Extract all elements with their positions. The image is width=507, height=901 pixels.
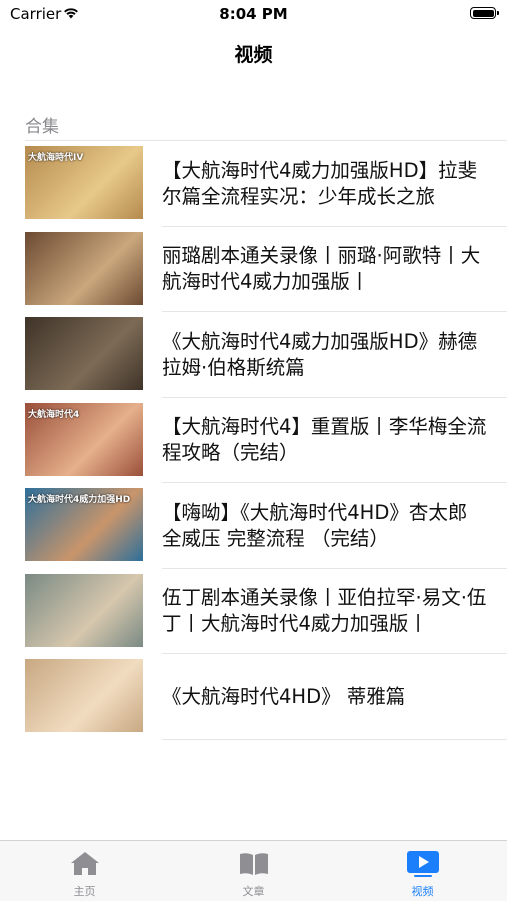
- home-icon: [68, 849, 102, 877]
- list-item[interactable]: 丽璐剧本通关录像丨丽璐·阿歌特丨大航海时代4威力加强版丨: [0, 227, 507, 312]
- video-title: 《大航海时代4HD》 蒂雅篇: [162, 684, 406, 708]
- video-thumbnail: [25, 231, 143, 305]
- play-icon: [406, 849, 440, 877]
- section-header: 合集: [25, 117, 59, 137]
- video-thumbnail: [25, 659, 143, 732]
- thumbnail-caption: 大航海时代4: [28, 409, 80, 420]
- tab-book[interactable]: 文章: [169, 841, 338, 901]
- battery-icon: [470, 7, 499, 19]
- list-item[interactable]: 伍丁剧本通关录像丨亚伯拉罕·易文·伍丁丨大航海时代4威力加强版丨: [0, 569, 507, 654]
- book-icon: [237, 849, 271, 877]
- list-item[interactable]: 大航海时代4威力加强HD 【嗨呦】《大航海时代4HD》杏太郎 全威压 完整流程 （…: [0, 483, 507, 569]
- video-thumbnail: [25, 573, 143, 647]
- tab-play[interactable]: 视频: [338, 841, 507, 901]
- video-title: 丽璐剧本通关录像丨丽璐·阿歌特丨大航海时代4威力加强版丨: [162, 244, 481, 294]
- page-title: 视频: [234, 44, 273, 66]
- video-thumbnail: 大航海时代4威力加强HD: [25, 488, 143, 561]
- thumbnail-caption: 大航海时代4威力加强HD: [28, 495, 131, 505]
- tab-label: 视频: [411, 885, 434, 898]
- video-thumbnail: [25, 317, 143, 390]
- video-title: 《大航海时代4威力加强版HD》赫德拉姆·伯格斯统篇: [162, 329, 478, 379]
- thumbnail-caption: 大航海時代IV: [28, 153, 84, 163]
- video-thumbnail: 大航海时代4: [25, 402, 143, 476]
- clock: 8:04 PM: [219, 5, 288, 23]
- video-title: 伍丁剧本通关录像丨亚伯拉罕·易文·伍丁丨大航海时代4威力加强版丨: [162, 586, 487, 636]
- tab-label: 主页: [73, 885, 96, 898]
- tab-home[interactable]: 主页: [0, 841, 169, 901]
- list-item[interactable]: 《大航海时代4HD》 蒂雅篇: [0, 654, 507, 740]
- video-title: 【大航海时代4威力加强版HD】拉斐尔篇全流程实况：少年成长之旅: [162, 158, 478, 208]
- row-divider: [162, 738, 507, 740]
- status-bar: Carrier 8:04 PM: [0, 0, 507, 28]
- list-item[interactable]: 大航海時代IV 【大航海时代4威力加强版HD】拉斐尔篇全流程实况：少年成长之旅: [0, 141, 507, 227]
- list-item[interactable]: 大航海时代4 【大航海时代4】重置版丨李华梅全流程攻略（完结）: [0, 398, 507, 483]
- tab-bar: 主页 文章 视频: [0, 840, 507, 901]
- list-item[interactable]: 《大航海时代4威力加强版HD》赫德拉姆·伯格斯统篇: [0, 312, 507, 398]
- video-title: 【嗨呦】《大航海时代4HD》杏太郎 全威压 完整流程 （完结）: [162, 500, 468, 550]
- tab-label: 文章: [242, 885, 265, 898]
- video-title: 【大航海时代4】重置版丨李华梅全流程攻略（完结）: [162, 415, 487, 465]
- video-thumbnail: 大航海時代IV: [25, 146, 143, 219]
- video-list: 大航海時代IV 【大航海时代4威力加强版HD】拉斐尔篇全流程实况：少年成长之旅 丽璐…: [0, 141, 507, 740]
